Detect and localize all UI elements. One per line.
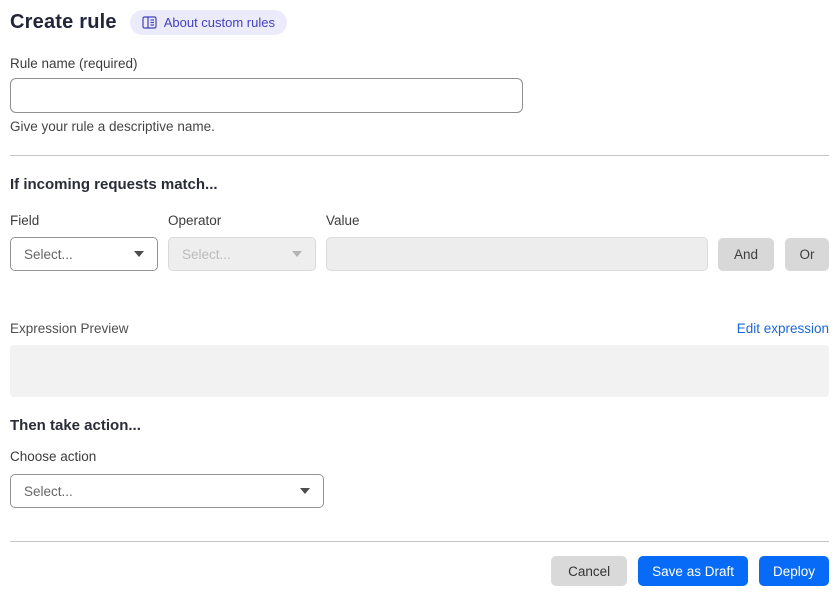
match-section-heading: If incoming requests match... <box>10 176 218 193</box>
choose-action-label: Choose action <box>10 449 97 464</box>
or-button[interactable]: Or <box>785 238 829 271</box>
about-custom-rules-label: About custom rules <box>163 15 275 30</box>
action-section-heading: Then take action... <box>10 417 141 434</box>
rule-name-label: Rule name (required) <box>10 56 138 71</box>
footer-actions: Cancel Save as Draft Deploy <box>10 556 829 586</box>
expression-preview-box <box>10 345 829 397</box>
match-controls-row: Field Select... Operator Select... Value… <box>10 213 829 271</box>
section-divider <box>10 155 829 156</box>
edit-expression-link[interactable]: Edit expression <box>737 321 829 336</box>
and-button[interactable]: And <box>718 238 774 271</box>
chevron-down-icon <box>292 251 302 257</box>
page-title: Create rule <box>10 11 117 33</box>
choose-action-select-value: Select... <box>24 483 73 499</box>
rule-name-helper: Give your rule a descriptive name. <box>10 119 215 134</box>
cancel-button[interactable]: Cancel <box>551 556 628 586</box>
about-custom-rules-badge[interactable]: About custom rules <box>129 10 287 35</box>
footer-divider <box>10 541 829 542</box>
chevron-down-icon <box>134 251 144 257</box>
field-select-value: Select... <box>24 246 73 262</box>
create-rule-form: Create rule About custom rules Rule name… <box>0 0 839 586</box>
book-icon <box>142 16 157 29</box>
expression-preview-row: Expression Preview Edit expression <box>10 321 829 336</box>
field-select[interactable]: Select... <box>10 237 158 271</box>
value-column: Value <box>326 213 708 271</box>
choose-action-select[interactable]: Select... <box>10 474 324 508</box>
operator-select[interactable]: Select... <box>168 237 316 271</box>
expression-preview-label: Expression Preview <box>10 321 129 336</box>
field-label: Field <box>10 213 40 228</box>
field-column: Field Select... <box>10 213 158 271</box>
chevron-down-icon <box>300 488 310 494</box>
operator-column: Operator Select... <box>168 213 316 271</box>
operator-select-value: Select... <box>182 246 231 262</box>
deploy-button[interactable]: Deploy <box>758 556 829 586</box>
header: Create rule About custom rules <box>10 10 829 35</box>
operator-label: Operator <box>168 213 222 228</box>
value-label: Value <box>326 213 360 228</box>
save-as-draft-button[interactable]: Save as Draft <box>638 556 748 586</box>
value-input[interactable] <box>326 237 708 271</box>
rule-name-input[interactable] <box>10 78 523 113</box>
